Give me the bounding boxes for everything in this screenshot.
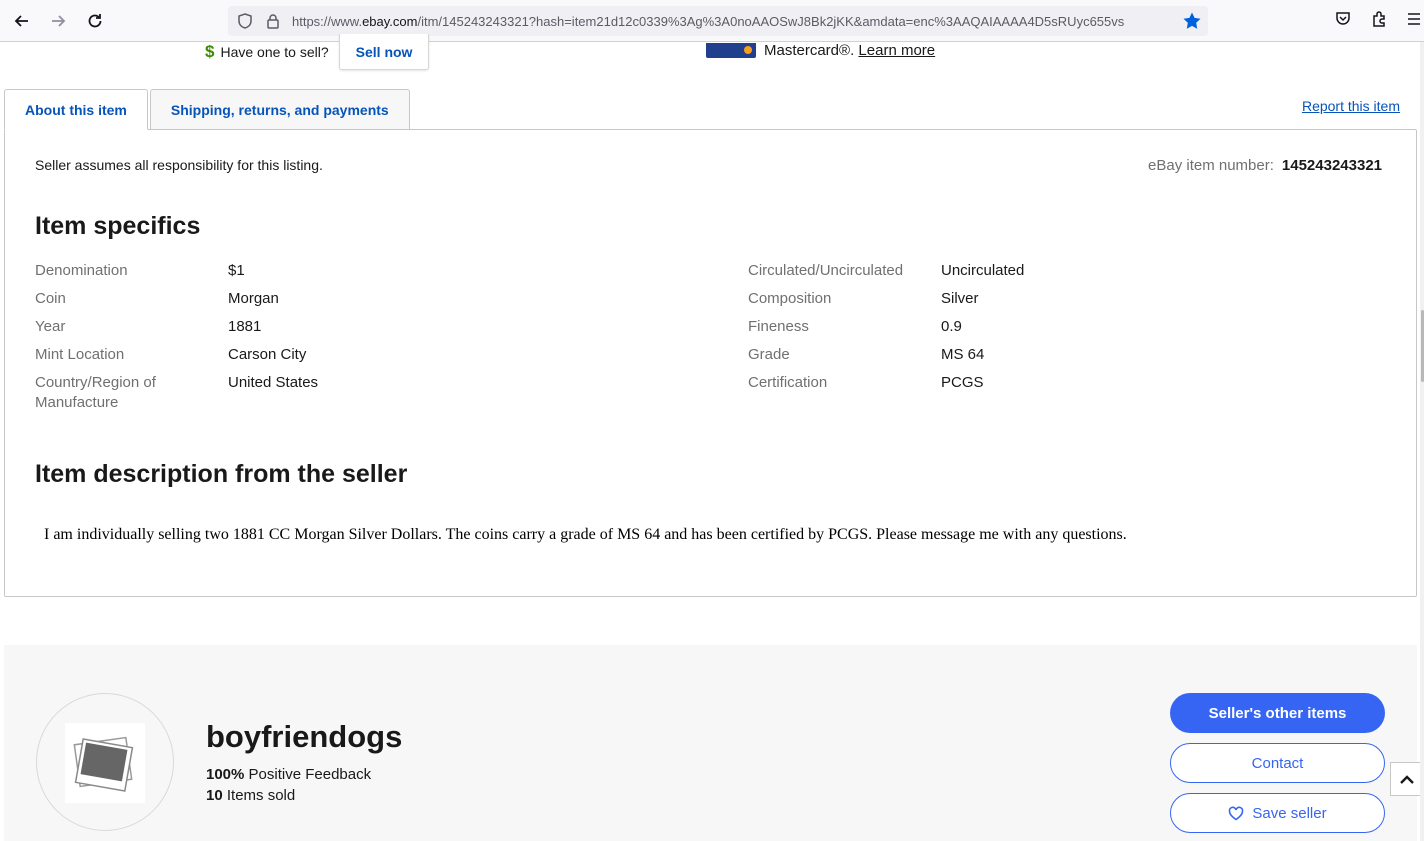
photo-placeholder-icon xyxy=(73,736,134,792)
learn-more-link[interactable]: Learn more xyxy=(858,42,935,59)
reload-button[interactable] xyxy=(82,8,108,34)
lock-icon[interactable] xyxy=(264,12,282,30)
tab-shipping-returns-payments[interactable]: Shipping, returns, and payments xyxy=(149,89,410,130)
seller-avatar-image[interactable] xyxy=(65,723,145,803)
forward-arrow-icon xyxy=(52,15,66,27)
spec-value: Morgan xyxy=(228,290,279,307)
address-bar[interactable]: https://www.ebay.com/itm/145243243321?ha… xyxy=(228,6,1208,36)
spec-value: 0.9 xyxy=(941,318,962,335)
card-promo: Mastercard®. Learn more xyxy=(706,42,935,59)
back-to-top-button[interactable] xyxy=(1390,762,1424,796)
spec-value: Uncirculated xyxy=(941,262,1025,279)
spec-label: Composition xyxy=(748,290,832,307)
spec-value: Carson City xyxy=(228,346,307,363)
chevron-up-icon xyxy=(1400,775,1414,784)
item-number: eBay item number: 145243243321 xyxy=(1148,157,1382,174)
contact-seller-button[interactable]: Contact xyxy=(1170,743,1385,783)
report-item-link[interactable]: Report this item xyxy=(1302,98,1400,114)
seller-other-items-button[interactable]: Seller's other items xyxy=(1170,693,1385,733)
heart-icon xyxy=(1229,806,1244,820)
back-button[interactable] xyxy=(9,8,35,34)
bookmark-star-icon[interactable] xyxy=(1182,11,1202,31)
back-arrow-icon xyxy=(14,15,28,27)
spec-value: PCGS xyxy=(941,374,984,391)
spec-value: MS 64 xyxy=(941,346,985,363)
sell-strip: $ Have one to sell? Sell now xyxy=(205,34,430,70)
item-description-text: I am individually selling two 1881 CC Mo… xyxy=(44,526,1127,543)
forward-button[interactable] xyxy=(45,8,71,34)
have-one-text: Have one to sell? xyxy=(220,44,329,60)
spec-label: Certification xyxy=(748,374,828,391)
seller-card: boyfriendogs 100% Positive Feedback 10 I… xyxy=(4,645,1417,841)
spec-label: Year xyxy=(35,318,66,335)
item-description-heading: Item description from the seller xyxy=(35,460,408,488)
page-scrollbar[interactable] xyxy=(1420,42,1424,841)
reload-icon xyxy=(88,14,102,28)
spec-label: Fineness xyxy=(748,318,809,335)
menu-icon[interactable] xyxy=(1405,10,1423,28)
url-text[interactable]: https://www.ebay.com/itm/145243243321?ha… xyxy=(292,14,1174,29)
save-seller-button[interactable]: Save seller xyxy=(1170,793,1385,833)
item-number-value: 145243243321 xyxy=(1281,157,1382,174)
spec-value: United States xyxy=(228,374,319,391)
spec-value: $1 xyxy=(228,262,245,279)
seller-name[interactable]: boyfriendogs xyxy=(206,719,402,755)
item-tabs: About this item Shipping, returns, and p… xyxy=(4,89,412,130)
dollar-icon: $ xyxy=(205,42,215,61)
seller-items-sold: 10 Items sold xyxy=(206,787,296,804)
spec-label: Grade xyxy=(748,346,790,363)
tab-about-this-item[interactable]: About this item xyxy=(4,89,148,130)
spec-label: Denomination xyxy=(35,262,128,279)
pocket-icon[interactable] xyxy=(1334,10,1352,28)
extensions-icon[interactable] xyxy=(1370,10,1388,28)
card-text: Mastercard®. xyxy=(764,42,855,59)
spec-label: Country/Region of Manufacture xyxy=(35,374,156,411)
spec-label: Circulated/Uncirculated xyxy=(748,262,904,279)
responsibility-text: Seller assumes all responsibility for th… xyxy=(35,157,323,173)
credit-card-icon xyxy=(706,43,756,58)
spec-label: Coin xyxy=(35,290,66,307)
spec-label: Mint Location xyxy=(35,346,125,363)
spec-value: 1881 xyxy=(228,318,262,335)
tracking-shield-icon[interactable] xyxy=(236,12,254,30)
spec-value: Silver xyxy=(941,290,979,307)
item-specifics-heading: Item specifics xyxy=(35,212,201,240)
sell-now-button[interactable]: Sell now xyxy=(338,34,430,70)
seller-feedback: 100% Positive Feedback xyxy=(206,766,372,783)
about-item-panel: Seller assumes all responsibility for th… xyxy=(4,129,1417,597)
